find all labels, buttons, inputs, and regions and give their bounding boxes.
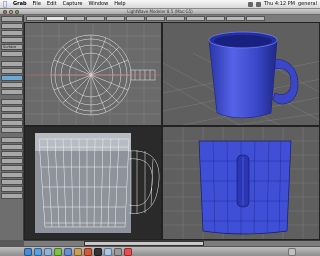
tab-12[interactable] bbox=[246, 16, 265, 21]
tool-button-1[interactable] bbox=[1, 16, 23, 22]
front-view-wireframe bbox=[25, 127, 161, 239]
viewport-front-backdrop[interactable] bbox=[24, 126, 162, 240]
tool-button-21[interactable] bbox=[1, 165, 23, 171]
apple-menu-icon[interactable]:  bbox=[0, 0, 10, 9]
tab-3[interactable] bbox=[66, 16, 85, 21]
menubar-status-area: Thu 4:12 PM general bbox=[247, 0, 317, 9]
finder-icon[interactable] bbox=[24, 247, 32, 256]
tool-panel: Surface bbox=[0, 15, 24, 240]
preview-icon[interactable] bbox=[104, 247, 112, 256]
menu-edit[interactable]: Edit bbox=[44, 0, 60, 9]
tool-button-19[interactable] bbox=[1, 151, 23, 157]
tool-button-3[interactable] bbox=[1, 30, 23, 36]
tool-button-12[interactable] bbox=[1, 99, 23, 105]
top-view-wireframe bbox=[25, 23, 161, 125]
dock bbox=[0, 246, 320, 256]
tab-7[interactable] bbox=[146, 16, 165, 21]
menu-file[interactable]: File bbox=[30, 0, 44, 9]
tool-button-10[interactable] bbox=[1, 82, 23, 88]
tool-button-11[interactable] bbox=[1, 89, 23, 95]
tool-button-20[interactable] bbox=[1, 158, 23, 164]
system-prefs-icon[interactable] bbox=[114, 247, 122, 256]
menubar-user[interactable]: general bbox=[298, 0, 317, 9]
iphoto-icon[interactable] bbox=[74, 247, 82, 256]
tab-9[interactable] bbox=[186, 16, 205, 21]
volume-icon[interactable] bbox=[247, 2, 253, 7]
tool-button-24[interactable] bbox=[1, 186, 23, 192]
tab-2[interactable] bbox=[46, 16, 65, 21]
tool-button-23[interactable] bbox=[1, 179, 23, 185]
itunes-icon[interactable] bbox=[64, 247, 72, 256]
safari-icon[interactable] bbox=[34, 247, 42, 256]
ichat-icon[interactable] bbox=[54, 247, 62, 256]
viewport-top[interactable] bbox=[24, 22, 162, 126]
tool-button-7[interactable] bbox=[1, 61, 23, 67]
tab-5[interactable] bbox=[106, 16, 125, 21]
terminal-icon[interactable] bbox=[94, 247, 102, 256]
menu-help[interactable]: Help bbox=[111, 0, 128, 9]
lightwave-icon[interactable] bbox=[84, 247, 92, 256]
tool-button-8[interactable] bbox=[1, 68, 23, 74]
tool-button-17[interactable] bbox=[1, 137, 23, 143]
modeler-tab-strip bbox=[24, 15, 320, 22]
tool-button-25[interactable] bbox=[1, 193, 23, 199]
mail-icon[interactable] bbox=[44, 247, 52, 256]
tool-button-9[interactable] bbox=[1, 75, 23, 81]
menu-bar:  Grab File Edit Capture Window Help Thu… bbox=[0, 0, 320, 9]
tab-1[interactable] bbox=[26, 16, 45, 21]
tab-8[interactable] bbox=[166, 16, 185, 21]
side-view-mug-render bbox=[163, 127, 319, 239]
calendar-icon[interactable] bbox=[124, 247, 132, 256]
tool-button-13[interactable] bbox=[1, 106, 23, 112]
viewport-perspective[interactable] bbox=[162, 22, 320, 126]
viewport-side[interactable] bbox=[162, 126, 320, 240]
tool-button-16[interactable] bbox=[1, 127, 23, 133]
tool-button-15[interactable] bbox=[1, 120, 23, 126]
tab-10[interactable] bbox=[206, 16, 225, 21]
menubar-clock[interactable]: Thu 4:12 PM bbox=[264, 0, 295, 9]
tool-button-18[interactable] bbox=[1, 144, 23, 150]
battery-icon[interactable] bbox=[255, 2, 261, 7]
menu-window[interactable]: Window bbox=[85, 0, 111, 9]
tab-6[interactable] bbox=[126, 16, 145, 21]
trash-icon[interactable] bbox=[288, 247, 296, 256]
menu-capture[interactable]: Capture bbox=[60, 0, 86, 9]
tool-button-6[interactable] bbox=[1, 51, 23, 57]
tool-button-14[interactable] bbox=[1, 113, 23, 119]
tool-button-2[interactable] bbox=[1, 23, 23, 29]
surface-button[interactable]: Surface bbox=[1, 44, 23, 50]
tab-11[interactable] bbox=[226, 16, 245, 21]
tool-button-4[interactable] bbox=[1, 37, 23, 43]
menu-grab[interactable]: Grab bbox=[10, 0, 30, 9]
tool-button-22[interactable] bbox=[1, 172, 23, 178]
tab-4[interactable] bbox=[86, 16, 105, 21]
perspective-mug-render bbox=[163, 31, 319, 125]
